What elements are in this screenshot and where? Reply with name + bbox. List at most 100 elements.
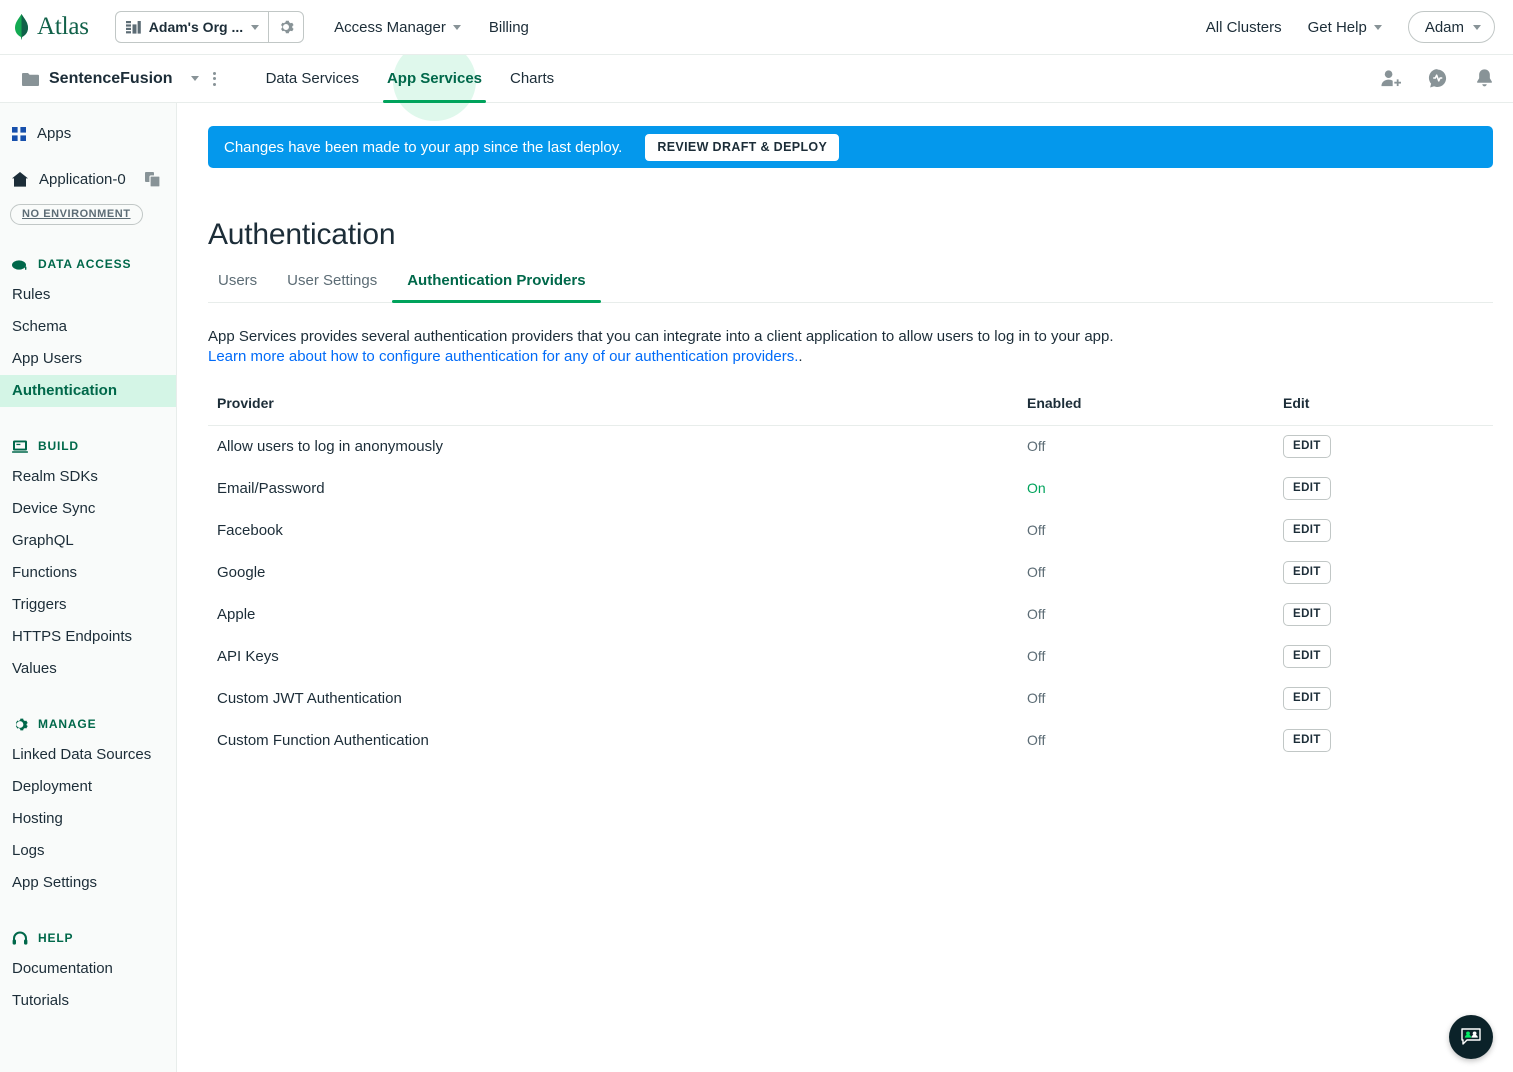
sidebar-item-triggers[interactable]: Triggers <box>0 589 176 621</box>
page-title: Authentication <box>208 218 396 251</box>
nav-access-manager[interactable]: Access Manager <box>334 19 461 36</box>
edit-button[interactable]: EDIT <box>1283 645 1331 668</box>
sidebar-item-realm-sdks[interactable]: Realm SDKs <box>0 461 176 493</box>
sidebar-section-data-access: DATA ACCESS <box>0 249 176 279</box>
sidebar-item-hosting[interactable]: Hosting <box>0 803 176 835</box>
edit-button[interactable]: EDIT <box>1283 435 1331 459</box>
authentication-tabs: Users User Settings Authentication Provi… <box>208 272 1493 303</box>
sidebar-section-data-access-label: DATA ACCESS <box>38 257 132 271</box>
provider-name: API Keys <box>217 648 279 665</box>
project-selector[interactable]: SentenceFusion <box>22 70 199 88</box>
sidebar-item-documentation[interactable]: Documentation <box>0 953 176 985</box>
sidebar-item-logs[interactable]: Logs <box>0 835 176 867</box>
sidebar-item-https-endpoints[interactable]: HTTPS Endpoints <box>0 621 176 653</box>
sidebar-item-authentication[interactable]: Authentication <box>0 375 176 407</box>
sidebar-item-functions[interactable]: Functions <box>0 557 176 589</box>
org-selector-main[interactable]: Adam's Org ... <box>116 12 268 42</box>
tab-authentication-providers[interactable]: Authentication Providers <box>392 272 601 303</box>
description-text: App Services provides several authentica… <box>208 328 1114 345</box>
provider-name: Allow users to log in anonymously <box>217 438 443 456</box>
provider-enabled: Off <box>1027 510 1283 552</box>
project-tabs: Data Services App Services Charts <box>252 40 569 121</box>
provider-name: Email/Password <box>217 480 325 497</box>
sidebar-item-device-sync[interactable]: Device Sync <box>0 493 176 525</box>
chevron-down-icon <box>251 24 260 30</box>
tab-app-services[interactable]: App Services <box>373 40 496 121</box>
tab-user-settings[interactable]: User Settings <box>272 272 392 302</box>
app-sidebar: Apps Application-0 NO ENVIRONMENT DATA A… <box>0 103 177 1072</box>
review-draft-deploy-button[interactable]: REVIEW DRAFT & DEPLOY <box>645 133 840 161</box>
column-header-edit: Edit <box>1283 395 1493 426</box>
tab-app-services-label: App Services <box>386 70 482 87</box>
sidebar-item-apps[interactable]: Apps <box>0 117 176 150</box>
nav-get-help[interactable]: Get Help <box>1308 19 1382 36</box>
table-row: Allow users to log in anonymously Off ED… <box>208 426 1493 468</box>
feedback-button[interactable] <box>1449 1015 1493 1059</box>
provider-name: Apple <box>217 606 256 623</box>
chevron-down-icon <box>190 76 199 81</box>
mongodb-leaf-icon <box>15 14 28 40</box>
column-header-enabled: Enabled <box>1027 395 1283 426</box>
org-selector-label: Adam's Org ... <box>148 19 244 35</box>
providers-table-head: Provider Enabled Edit <box>208 395 1493 426</box>
project-name: SentenceFusion <box>49 69 173 87</box>
sidebar-item-schema[interactable]: Schema <box>0 311 176 343</box>
sidebar-item-application[interactable]: Application-0 <box>0 163 176 196</box>
provider-edit: EDIT <box>1283 552 1493 594</box>
invite-user-icon[interactable] <box>1380 68 1401 89</box>
nav-billing-label: Billing <box>488 18 529 36</box>
provider-enabled: Off <box>1027 636 1283 678</box>
apps-grid-icon <box>12 126 26 141</box>
provider-enabled: Off <box>1027 552 1283 594</box>
providers-table-body: Allow users to log in anonymously Off ED… <box>208 426 1493 762</box>
tab-charts[interactable]: Charts <box>496 55 568 103</box>
org-settings-button[interactable] <box>269 12 303 42</box>
atlas-brand[interactable]: Atlas <box>12 13 105 41</box>
edit-button[interactable]: EDIT <box>1283 561 1331 584</box>
nav-get-help-label: Get Help <box>1307 18 1367 36</box>
nav-all-clusters-label: All Clusters <box>1205 18 1282 36</box>
sidebar-item-values[interactable]: Values <box>0 653 176 685</box>
copy-icon[interactable] <box>144 172 160 187</box>
sidebar-item-graphql[interactable]: GraphQL <box>0 525 176 557</box>
sidebar-item-app-users[interactable]: App Users <box>0 343 176 375</box>
provider-enabled: Off <box>1027 720 1283 762</box>
status-badge: Off <box>1027 438 1046 455</box>
user-menu[interactable]: Adam <box>1407 11 1495 43</box>
table-row: Custom JWT Authentication Off EDIT <box>208 678 1493 720</box>
table-row: API Keys Off EDIT <box>208 636 1493 678</box>
global-header: Atlas Adam's Org ... Access Manager Bill… <box>0 0 1513 55</box>
provider-enabled: Off <box>1027 426 1283 468</box>
edit-button[interactable]: EDIT <box>1283 519 1331 542</box>
nav-all-clusters[interactable]: All Clusters <box>1206 19 1282 36</box>
sidebar-item-application-label: Application-0 <box>39 171 126 188</box>
main-content: Changes have been made to your app since… <box>177 103 1513 1072</box>
nav-billing[interactable]: Billing <box>489 19 529 36</box>
brand-name: Atlas <box>37 13 89 40</box>
edit-button[interactable]: EDIT <box>1283 687 1331 710</box>
tab-users[interactable]: Users <box>208 272 272 302</box>
sidebar-item-tutorials[interactable]: Tutorials <box>0 985 176 1017</box>
tab-data-services[interactable]: Data Services <box>252 55 373 103</box>
kebab-menu-icon[interactable] <box>207 71 222 86</box>
edit-button[interactable]: EDIT <box>1283 477 1331 500</box>
sidebar-section-manage-label: MANAGE <box>38 717 97 731</box>
sidebar-item-app-settings[interactable]: App Settings <box>0 867 176 899</box>
edit-button[interactable]: EDIT <box>1283 603 1331 626</box>
edit-button[interactable]: EDIT <box>1283 729 1331 752</box>
org-selector[interactable]: Adam's Org ... <box>114 11 305 43</box>
sidebar-item-rules[interactable]: Rules <box>0 279 176 311</box>
provider-edit: EDIT <box>1283 510 1493 552</box>
sidebar-item-linked-data-sources[interactable]: Linked Data Sources <box>0 739 176 771</box>
sidebar-item-deployment[interactable]: Deployment <box>0 771 176 803</box>
activity-feed-icon[interactable] <box>1427 68 1448 89</box>
provider-enabled: Off <box>1027 678 1283 720</box>
table-row: Email/Password On EDIT <box>208 468 1493 510</box>
header-nav: Access Manager Billing <box>334 19 529 36</box>
folder-icon <box>22 72 39 86</box>
learn-more-link[interactable]: Learn more about how to configure authen… <box>208 348 798 365</box>
bell-icon[interactable] <box>1474 68 1495 89</box>
environment-badge[interactable]: NO ENVIRONMENT <box>10 204 143 225</box>
provider-enabled: On <box>1027 468 1283 510</box>
table-row: Apple Off EDIT <box>208 594 1493 636</box>
